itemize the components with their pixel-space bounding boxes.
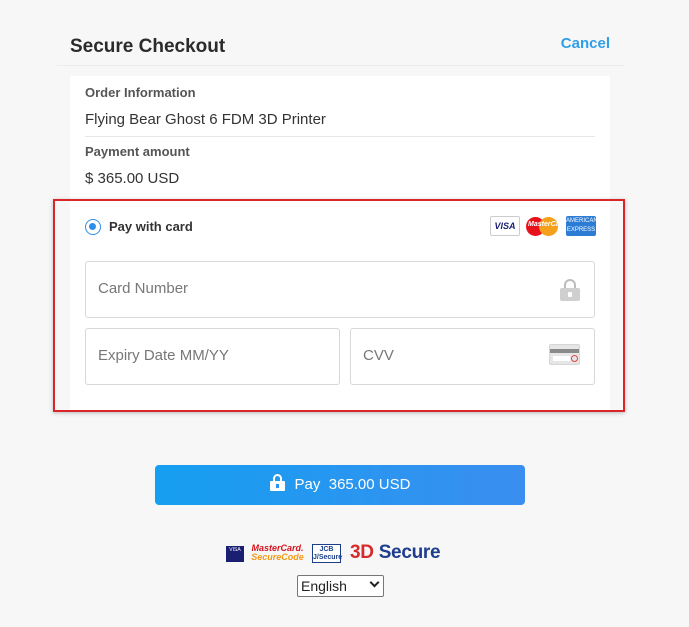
order-info-label: Order Information	[85, 85, 196, 100]
lock-icon	[560, 279, 580, 301]
language-select[interactable]: English	[297, 575, 384, 597]
mastercard-logo-text: MasterCard	[528, 221, 567, 228]
cvv-placeholder: CVV	[363, 347, 394, 364]
cancel-link[interactable]: Cancel	[561, 35, 610, 52]
mastercard-logo: MasterCard	[526, 216, 567, 236]
3d-secure-suffix: Secure	[378, 542, 441, 563]
card-number-placeholder: Card Number	[98, 280, 189, 297]
cvv-input[interactable]: CVV	[350, 328, 595, 385]
visa-logo: VISA	[490, 216, 520, 236]
expiry-date-input[interactable]: Expiry Date MM/YY	[85, 328, 340, 385]
expiry-date-placeholder: Expiry Date MM/YY	[98, 347, 229, 364]
pay-button-label: Pay	[294, 476, 321, 493]
visa-secure-logo: VISA	[226, 546, 244, 562]
jcb-jsecure-logo: JCB J/Secure	[312, 544, 343, 563]
pay-button-amount: 365.00 USD	[328, 476, 411, 493]
mastercard-securecode-logo: MasterCard. SecureCode	[251, 544, 304, 564]
lock-icon	[269, 474, 285, 491]
card-back-cvv-icon	[549, 344, 580, 365]
language-selected-value: English	[301, 578, 347, 594]
amex-logo: AMERICAN EXPRESS	[566, 216, 598, 236]
jcb-line1: JCB	[319, 546, 334, 553]
pay-with-card-radio[interactable]	[85, 219, 101, 235]
pay-with-card-label[interactable]: Pay with card	[109, 219, 193, 234]
checkout-header: Secure Checkout Cancel	[70, 0, 610, 66]
chevron-down-icon	[369, 577, 380, 588]
pay-button[interactable]: Pay 365.00 USD	[155, 465, 525, 505]
3d-secure-logo: 3D Secure	[350, 542, 441, 563]
page-title: Secure Checkout	[70, 36, 226, 57]
mastercard-securecode-line2: SecureCode	[251, 552, 304, 562]
product-name: Flying Bear Ghost 6 FDM 3D Printer	[85, 111, 326, 128]
header-divider	[57, 65, 624, 66]
payment-amount-label: Payment amount	[85, 144, 190, 159]
payment-amount-value: $ 365.00 USD	[85, 170, 180, 187]
3d-secure-prefix: 3D	[350, 542, 374, 563]
jcb-line2: J/Secure	[313, 554, 343, 561]
section-divider	[85, 136, 595, 137]
card-number-input[interactable]: Card Number	[85, 261, 595, 318]
